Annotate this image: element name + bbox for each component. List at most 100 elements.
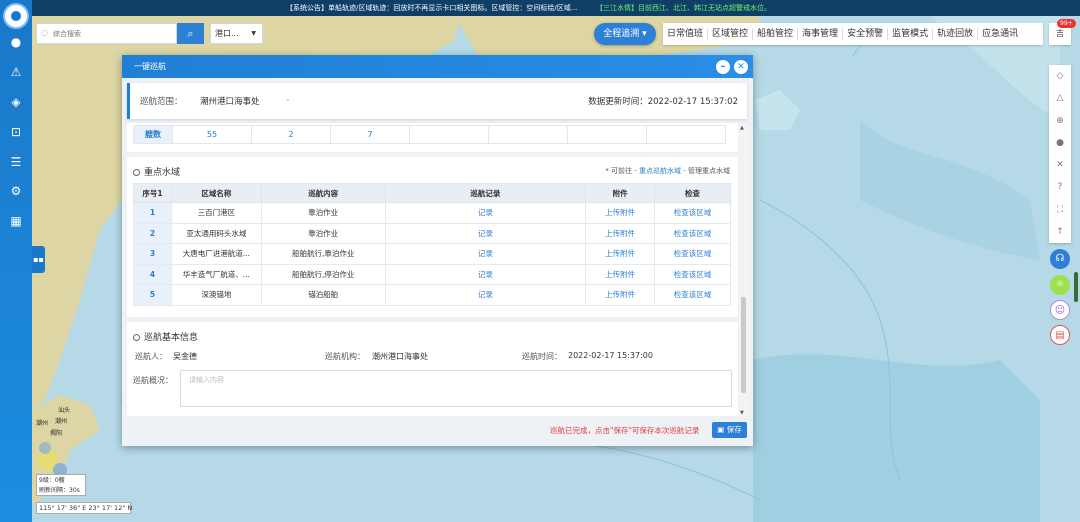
notification-badge: 99+ <box>1057 19 1076 28</box>
dialog-scroll-area[interactable]: 艘数 55 2 7 重点水域 * 可前往 - 重点巡航水域 - 管理重点水域 序… <box>127 123 738 418</box>
stats-header: 艘数 <box>133 125 173 144</box>
menu-maritime-management[interactable]: 海事管理 <box>798 28 844 40</box>
table-row: 4 华丰造气厂航道、... 船舶航行,停泊作业 记录 上传附件 检查该区域 <box>133 263 731 285</box>
sidebar-expand-button[interactable]: ▪▪ <box>32 246 45 273</box>
area-name: 三百门港区 <box>170 202 262 224</box>
scroll-down-icon[interactable]: ▼ <box>740 410 744 416</box>
upload-attachment-link[interactable]: 上传附件 <box>585 222 656 244</box>
document-icon[interactable]: ☰ <box>7 153 25 171</box>
dialog-scrollbar[interactable]: ▲ ▼ <box>739 123 748 418</box>
user-icon[interactable]: ● <box>7 33 25 51</box>
scroll-up-icon[interactable]: ▲ <box>740 125 744 131</box>
key-waters-hint: * 可前往 - 重点巡航水域 - 管理重点水域 <box>605 167 730 175</box>
minimize-icon[interactable]: – <box>716 60 730 74</box>
stats-row: 艘数 55 2 7 <box>133 125 726 144</box>
logo <box>3 3 29 29</box>
key-waters-title: 重点水域 <box>133 165 180 178</box>
stats-cell[interactable]: 7 <box>331 125 410 144</box>
menu-safety-warning[interactable]: 安全预警 <box>843 28 889 40</box>
measure-icon[interactable]: ✕ <box>1049 154 1071 176</box>
upload-attachment-link[interactable]: 上传附件 <box>585 263 656 285</box>
system-announcement[interactable]: 【系统公告】单船轨迹/区域轨迹：回放时不再显示卡口相关图标。区域管控：空间标绘/… <box>286 0 577 16</box>
menu-supervision-mode[interactable]: 监管模式 <box>888 28 934 40</box>
column-header: 区域名称 <box>170 183 262 203</box>
sun-icon[interactable]: ☼ <box>1050 275 1070 295</box>
people-icon[interactable]: ☺ <box>1050 300 1070 320</box>
cruise-content: 船舶航行,停泊作业 <box>260 263 386 285</box>
upload-attachment-link[interactable]: 上传附件 <box>585 202 656 224</box>
scale-level: 9级：0艘 <box>39 477 65 484</box>
key-waters-link[interactable]: 重点巡航水域 <box>639 167 681 175</box>
menu-daily-duty[interactable]: 日常值班 <box>663 28 709 40</box>
graduation-icon[interactable]: ◈ <box>7 93 25 111</box>
port-select[interactable]: 港口... ▼ <box>210 23 263 44</box>
scrollbar-thumb[interactable] <box>741 297 746 393</box>
row-number: 1 <box>133 202 172 224</box>
menu-track-playback[interactable]: 轨迹回放 <box>933 28 979 40</box>
column-header[interactable]: 序号1 <box>133 183 172 203</box>
update-time: 数据更新时间：2022-02-17 15:37:02 <box>588 97 738 107</box>
record-icon[interactable]: ● <box>1049 132 1071 154</box>
stats-cell[interactable]: 2 <box>252 125 331 144</box>
menu-area-control[interactable]: 区域管控 <box>708 28 754 40</box>
cruise-content: 船舶航行,靠泊作业 <box>260 243 386 265</box>
search-input[interactable] <box>37 24 167 43</box>
dialog-header[interactable]: 一键巡航 – ✕ <box>122 55 753 78</box>
close-icon[interactable]: ✕ <box>734 60 748 74</box>
settings-icon[interactable]: ⚙ <box>7 182 25 200</box>
dialog-title: 一键巡航 <box>134 62 166 71</box>
column-header: 巡航内容 <box>260 183 386 203</box>
check-area-link[interactable]: 检查该区域 <box>654 202 731 224</box>
port-select-value: 港口... <box>215 29 239 38</box>
save-button[interactable]: ▣ 保存 <box>712 422 747 438</box>
calendar-icon[interactable]: ▦ <box>7 212 25 230</box>
lock-icon[interactable]: ⊡ <box>7 123 25 141</box>
check-area-link[interactable]: 检查该区域 <box>654 222 731 244</box>
dialog-body: 巡航范围： 潮州港口海事处 ⌄ 数据更新时间：2022-02-17 15:37:… <box>122 78 753 446</box>
help-icon[interactable]: ? <box>1049 176 1071 198</box>
water-level-notice[interactable]: 【三江水情】目前西江、北江、韩江无站点超警戒水位。 <box>596 0 771 16</box>
map-label: 汕头 <box>58 407 71 414</box>
upload-attachment-link[interactable]: 上传附件 <box>585 243 656 265</box>
stats-cell[interactable]: 55 <box>173 125 252 144</box>
upload-attachment-link[interactable]: 上传附件 <box>585 284 656 306</box>
menu-emergency-comm[interactable]: 应急通讯 <box>978 28 1022 40</box>
fullscreen-icon[interactable]: ⛶ <box>1049 199 1071 221</box>
remark-textarea[interactable]: 请输入内容 <box>180 370 732 407</box>
scope-select[interactable]: 潮州港口海事处 <box>200 95 260 107</box>
row-number: 5 <box>133 284 172 306</box>
org-label: 巡航机构： <box>325 352 365 361</box>
warning-icon[interactable]: ⚠ <box>7 63 25 81</box>
check-area-link[interactable]: 检查该区域 <box>654 284 731 306</box>
search-button[interactable]: ⌕ <box>177 23 204 44</box>
keyboard-icon[interactable]: ▤ <box>1050 325 1070 345</box>
table-row: 2 亚太通用码头水域 靠泊作业 记录 上传附件 检查该区域 <box>133 222 731 244</box>
layers-icon[interactable]: ◇ <box>1049 65 1071 87</box>
stats-cell <box>568 125 647 144</box>
check-area-link[interactable]: 检查该区域 <box>654 243 731 265</box>
alert-icon[interactable]: △ <box>1049 87 1071 109</box>
locate-icon[interactable]: ⊕ <box>1049 110 1071 132</box>
completion-message: 巡航已完成，点击"保存"可保存本次巡航记录 <box>550 426 700 435</box>
chevron-down-icon[interactable]: ⌄ <box>285 95 291 103</box>
right-toolbar: ◇ △ ⊕ ● ✕ ? ⛶ ↑ <box>1049 65 1071 243</box>
record-link[interactable]: 记录 <box>384 263 587 285</box>
menu-ship-control[interactable]: 船舶管控 <box>753 28 799 40</box>
panorama-trace-button[interactable]: 全程追溯 ▾ <box>594 23 656 45</box>
record-link[interactable]: 记录 <box>384 222 587 244</box>
cruise-content: 锚泊船舶 <box>260 284 386 306</box>
key-waters-table: 序号1 区域名称 巡航内容 巡航记录 附件 检查 1 三百门港区 靠泊作业 记录… <box>133 183 731 306</box>
headset-icon[interactable]: ☊ <box>1050 249 1070 269</box>
record-link[interactable]: 记录 <box>384 243 587 265</box>
scale-info: 9级：0艘 刷新间隔：30s <box>36 474 86 496</box>
area-name: 深澳锚地 <box>170 284 262 306</box>
notice-bar: 【系统公告】单船轨迹/区域轨迹：回放时不再显示卡口相关图标。区域管控：空间标绘/… <box>32 0 1080 16</box>
cruise-content: 靠泊作业 <box>260 202 386 224</box>
left-sidebar: ● ⚠ ◈ ⊡ ☰ ⚙ ▦ <box>0 0 32 522</box>
circle-icon <box>133 169 140 176</box>
arrow-up-icon[interactable]: ↑ <box>1049 221 1071 243</box>
save-icon: ▣ <box>717 425 725 434</box>
record-link[interactable]: 记录 <box>384 284 587 306</box>
record-link[interactable]: 记录 <box>384 202 587 224</box>
check-area-link[interactable]: 检查该区域 <box>654 263 731 285</box>
